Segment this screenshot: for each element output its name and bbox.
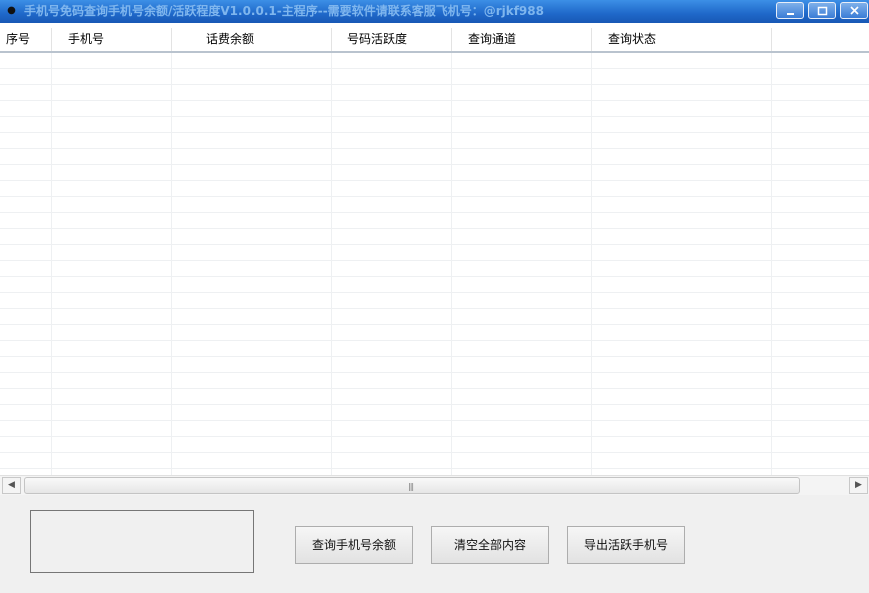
minimize-icon	[787, 13, 794, 15]
column-header-channel[interactable]: 查询通道	[452, 28, 592, 51]
close-button[interactable]	[840, 2, 868, 19]
horizontal-scrollbar[interactable]: ◀ ||| ▶	[0, 475, 869, 495]
table-body[interactable]	[0, 53, 869, 475]
maximize-button[interactable]	[808, 2, 836, 19]
query-balance-button[interactable]: 查询手机号余额	[295, 526, 413, 564]
column-header-phone[interactable]: 手机号	[52, 28, 172, 51]
result-table[interactable]: 序号 手机号 话费余额 号码活跃度 查询通道 查询状态	[0, 23, 869, 475]
column-divider	[331, 53, 332, 475]
app-icon[interactable]: ●	[6, 5, 17, 16]
scroll-left-button[interactable]: ◀	[2, 477, 21, 494]
grip-icon: |||	[408, 482, 414, 491]
column-divider	[451, 53, 452, 475]
scroll-right-button[interactable]: ▶	[849, 477, 868, 494]
input-textbox[interactable]	[30, 510, 254, 573]
minimize-button[interactable]	[776, 2, 804, 19]
window-title: 手机号免码查询手机号余额/活跃程度V1.0.0.1-主程序--需要软件请联系客服…	[24, 4, 544, 18]
table-header: 序号 手机号 话费余额 号码活跃度 查询通道 查询状态	[0, 28, 869, 53]
column-header-balance[interactable]: 话费余额	[172, 28, 332, 51]
column-divider	[171, 53, 172, 475]
scrollbar-thumb[interactable]: |||	[24, 477, 800, 494]
export-active-button[interactable]: 导出活跃手机号	[567, 526, 685, 564]
title-bar[interactable]: ● 手机号免码查询手机号余额/活跃程度V1.0.0.1-主程序--需要软件请联系…	[0, 0, 869, 23]
column-header-index[interactable]: 序号	[0, 28, 52, 51]
chevron-left-icon: ◀	[8, 480, 15, 490]
clear-all-button[interactable]: 清空全部内容	[431, 526, 549, 564]
column-header-activity[interactable]: 号码活跃度	[332, 28, 452, 51]
column-divider	[771, 53, 772, 475]
column-divider	[51, 53, 52, 475]
chevron-right-icon: ▶	[855, 480, 862, 490]
column-header-status[interactable]: 查询状态	[592, 28, 772, 51]
maximize-icon	[817, 6, 828, 16]
column-divider	[591, 53, 592, 475]
close-icon	[850, 6, 859, 15]
